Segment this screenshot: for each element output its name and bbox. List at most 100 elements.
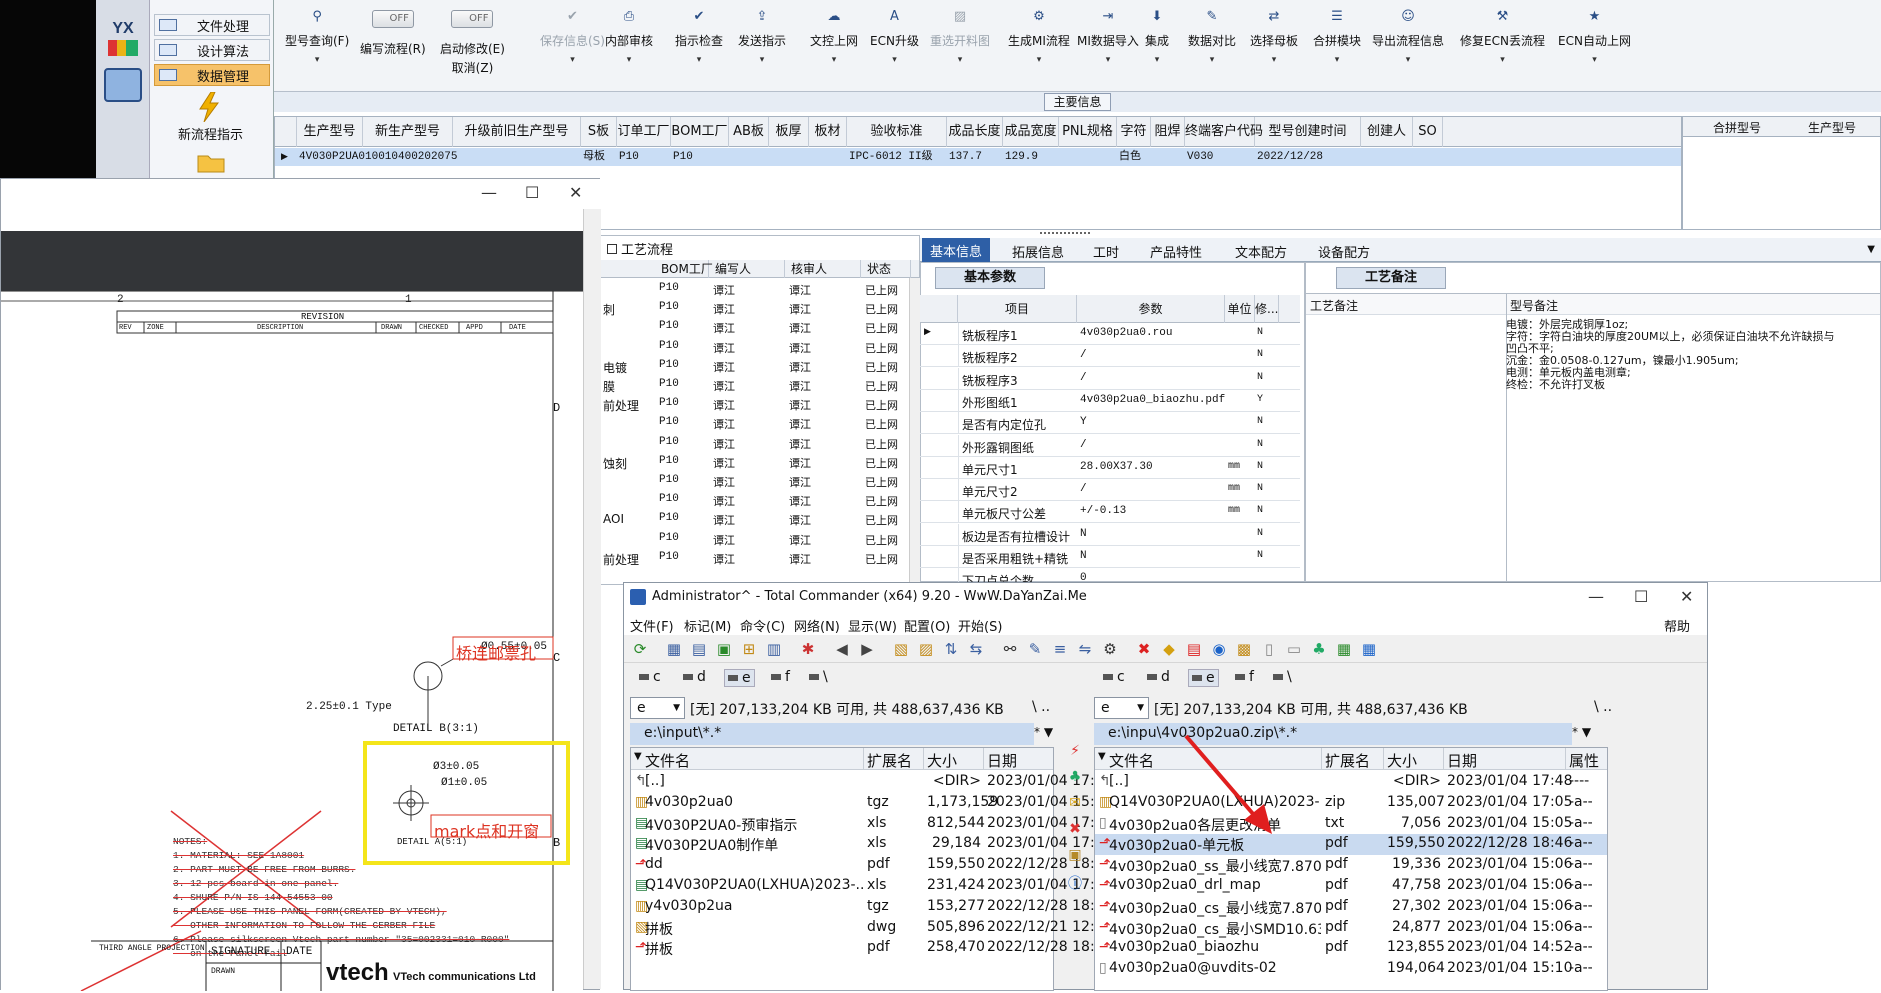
sync-icon[interactable]: ⇋ xyxy=(1075,639,1095,659)
file-row[interactable]: ⬏ 4v030p2ua0_biaozhu pdf 123,855 2023/01/04 … xyxy=(1095,938,1607,959)
drive-button-e[interactable]: e xyxy=(1188,669,1219,687)
grid-cell-13[interactable]: 白色 xyxy=(1119,148,1153,166)
param-value[interactable]: Y xyxy=(1080,416,1087,428)
toolbar-button-12[interactable]: ⬇ 集成 ▾ xyxy=(1145,10,1169,66)
toolbar-button-3[interactable]: ✔ 保存信息(S) ▾ xyxy=(540,10,605,66)
toolbar-button-10[interactable]: ⚙ 生成MI流程 ▾ xyxy=(1008,10,1070,66)
drive-button-c[interactable]: c xyxy=(1100,669,1128,685)
grid-cell-6[interactable] xyxy=(731,148,771,166)
chevron-down-icon[interactable]: ▾ xyxy=(1250,55,1298,65)
grid-header-0[interactable]: 生产型号 xyxy=(297,117,363,147)
list-item[interactable]: P10 谭江 谭江 已上网 xyxy=(601,434,919,453)
drive-button-network[interactable]: \ xyxy=(1270,669,1295,685)
cube-icon[interactable]: ◆ xyxy=(1159,639,1179,659)
folder-icon[interactable] xyxy=(196,150,226,174)
grid-cell-11[interactable]: 129.9 xyxy=(1005,148,1061,166)
chevron-down-icon[interactable]: ▾ xyxy=(1313,55,1361,65)
chevron-down-icon[interactable]: ▾ xyxy=(605,55,653,65)
file-row[interactable]: ↰ [..] <DIR> 2023/01/04 17:48 ---- xyxy=(1095,772,1607,793)
grid-cell-12[interactable] xyxy=(1061,148,1119,166)
grid-header-11[interactable]: 成品宽度 xyxy=(1003,117,1059,147)
file-row[interactable]: ↰[..]<DIR>2023/01/04 17:49-a-- xyxy=(631,772,1139,793)
list-item[interactable]: P10 谭江 谭江 已上网 xyxy=(601,491,919,510)
table-row[interactable]: 铣板程序3 / N xyxy=(920,367,1300,390)
module-file-processing[interactable]: 文件处理 xyxy=(154,14,270,36)
grid-cell-9[interactable]: IPC-6012 II级 xyxy=(849,148,949,166)
grid-header-10[interactable]: 成品长度 xyxy=(947,117,1003,147)
basic-params-tab[interactable]: 基本参数 xyxy=(935,267,1045,289)
grid-cell-15[interactable]: V030 xyxy=(1187,148,1257,166)
grid-cell-5[interactable]: P10 xyxy=(673,148,731,166)
grid-header-6[interactable]: AB板 xyxy=(729,117,769,147)
chevron-down-icon[interactable]: ▾ xyxy=(810,55,858,65)
toolbar-button-0[interactable]: ⚲ 型号查询(F) ▾ xyxy=(285,10,349,66)
grid-header-8[interactable]: 板材 xyxy=(809,117,847,147)
info-icon[interactable]: ⓘ xyxy=(1060,873,1090,899)
maximize-icon[interactable]: ☐ xyxy=(525,183,539,202)
chevron-down-icon[interactable]: ▾ xyxy=(1188,55,1236,65)
list-item[interactable]: P10 谭江 谭江 已上网 xyxy=(601,338,919,357)
new-process-instruction-button[interactable]: 新流程指示 xyxy=(178,124,243,143)
notepad-icon[interactable]: ▭ xyxy=(1284,639,1304,659)
merge-grid[interactable]: 合拼型号 生产型号 xyxy=(1682,116,1881,230)
chevron-down-icon[interactable]: ▼ xyxy=(1867,244,1875,255)
chevron-down-icon[interactable]: ▾ xyxy=(738,55,786,65)
pdf-icon[interactable]: ⚡ xyxy=(1060,743,1090,769)
close-icon[interactable]: ✕ xyxy=(1680,587,1693,606)
grid-cell-4[interactable]: P10 xyxy=(619,148,673,166)
toggle-switch[interactable]: OFF xyxy=(440,10,505,32)
list-item[interactable]: 蚀刻 P10 谭江 谭江 已上网 xyxy=(601,453,919,472)
list-item[interactable]: 前处理 P10 谭江 谭江 已上网 xyxy=(601,395,919,414)
grid-cell-7[interactable] xyxy=(771,148,811,166)
image-icon[interactable]: ▩ xyxy=(1234,639,1254,659)
list-item[interactable]: AOI P10 谭江 谭江 已上网 xyxy=(601,510,919,529)
splitter-handle[interactable] xyxy=(1040,232,1090,235)
table-row[interactable]: ▶ 铣板程序1 4v030p2ua0.rou N xyxy=(920,323,1300,345)
column-date[interactable]: 日期 xyxy=(987,750,1017,771)
param-value[interactable]: 4v030p2ua0_biaozhu.pdf xyxy=(1080,394,1225,406)
grid-header-15[interactable]: 终端客户代码 xyxy=(1185,117,1263,147)
table-row[interactable]: 外形露铜图纸 / N xyxy=(920,434,1300,457)
compare-icon[interactable]: ≡ xyxy=(1050,639,1070,659)
mail-icon[interactable]: ✉ xyxy=(1060,795,1090,821)
drive-button-f[interactable]: f xyxy=(768,669,793,685)
grid-header-4[interactable]: 订单工厂 xyxy=(617,117,671,147)
file-row[interactable]: ▯ 4v030p2ua0@uvdits-02 194,064 2023/01/04 1… xyxy=(1095,959,1607,980)
table-row[interactable]: 外形图纸1 4v030p2ua0_biaozhu.pdf Y xyxy=(920,389,1300,412)
tree-icon[interactable]: ⊞ xyxy=(739,639,759,659)
list-item[interactable]: P10 谭江 谭江 已上网 xyxy=(601,318,919,337)
table-row[interactable]: 是否采用粗铣+精铣 N N xyxy=(920,546,1300,568)
file-row[interactable]: ▯ 4v030p2ua0各层更改清单 txt 7,056 2023/01/04 15:0… xyxy=(1095,814,1607,835)
toolbar-button-13[interactable]: ✎ 数据对比 ▾ xyxy=(1188,10,1236,66)
menu-item-1[interactable]: 标记(M) xyxy=(684,616,731,635)
drive-button-e[interactable]: e xyxy=(724,669,755,687)
path-bar-left[interactable]: e:\input\*.* xyxy=(630,723,1034,745)
toolbar-button-5[interactable]: ✔ 指示检查 ▾ xyxy=(675,10,723,66)
param-value[interactable]: +/-0.13 xyxy=(1080,505,1126,517)
select-icon[interactable]: ✱ xyxy=(798,639,818,659)
pdf-scrollbar[interactable] xyxy=(583,209,601,989)
grid-cell-3[interactable]: 母板 xyxy=(583,148,619,166)
file-row[interactable]: ⬏ 4v030p2ua0_ss_最小线宽7.870 pdf 19,336 2023/01… xyxy=(1095,855,1607,876)
toolbar-button-1[interactable]: OFF 编写流程(R) xyxy=(360,10,426,57)
column-ext[interactable]: 扩展名 xyxy=(1325,750,1370,771)
drive-button-d[interactable]: d xyxy=(1144,669,1173,685)
param-value[interactable]: N xyxy=(1080,550,1087,562)
toggle-off-switch[interactable]: OFF xyxy=(371,10,414,28)
forward-icon[interactable]: ▶ xyxy=(857,639,877,659)
chevron-down-icon[interactable]: ▾ xyxy=(540,55,605,65)
column-size[interactable]: 大小 xyxy=(927,750,957,771)
column-ext[interactable]: 扩展名 xyxy=(867,750,912,771)
chevron-down-icon[interactable]: ▾ xyxy=(1558,55,1631,65)
chevron-down-icon[interactable]: ▾ xyxy=(675,55,723,65)
param-value[interactable]: 4v030p2ua0.rou xyxy=(1080,327,1172,339)
minimize-icon[interactable]: — xyxy=(481,183,497,202)
tab-product-features[interactable]: 产品特性 xyxy=(1150,242,1202,261)
toggle-off-switch[interactable]: OFF xyxy=(451,10,494,28)
file-row[interactable]: ⬏ 4v030p2ua0_cs_最小线宽7.870 pdf 27,302 2023/01… xyxy=(1095,897,1607,918)
excel-icon[interactable]: ▦ xyxy=(1334,639,1354,659)
table-row[interactable]: 是否有内定位孔 Y N xyxy=(920,412,1300,435)
grid-header-7[interactable]: 板厚 xyxy=(769,117,809,147)
table-row[interactable]: 单元尺寸2 / mm N xyxy=(920,479,1300,502)
chevron-down-icon[interactable]: ▾ xyxy=(285,55,349,65)
